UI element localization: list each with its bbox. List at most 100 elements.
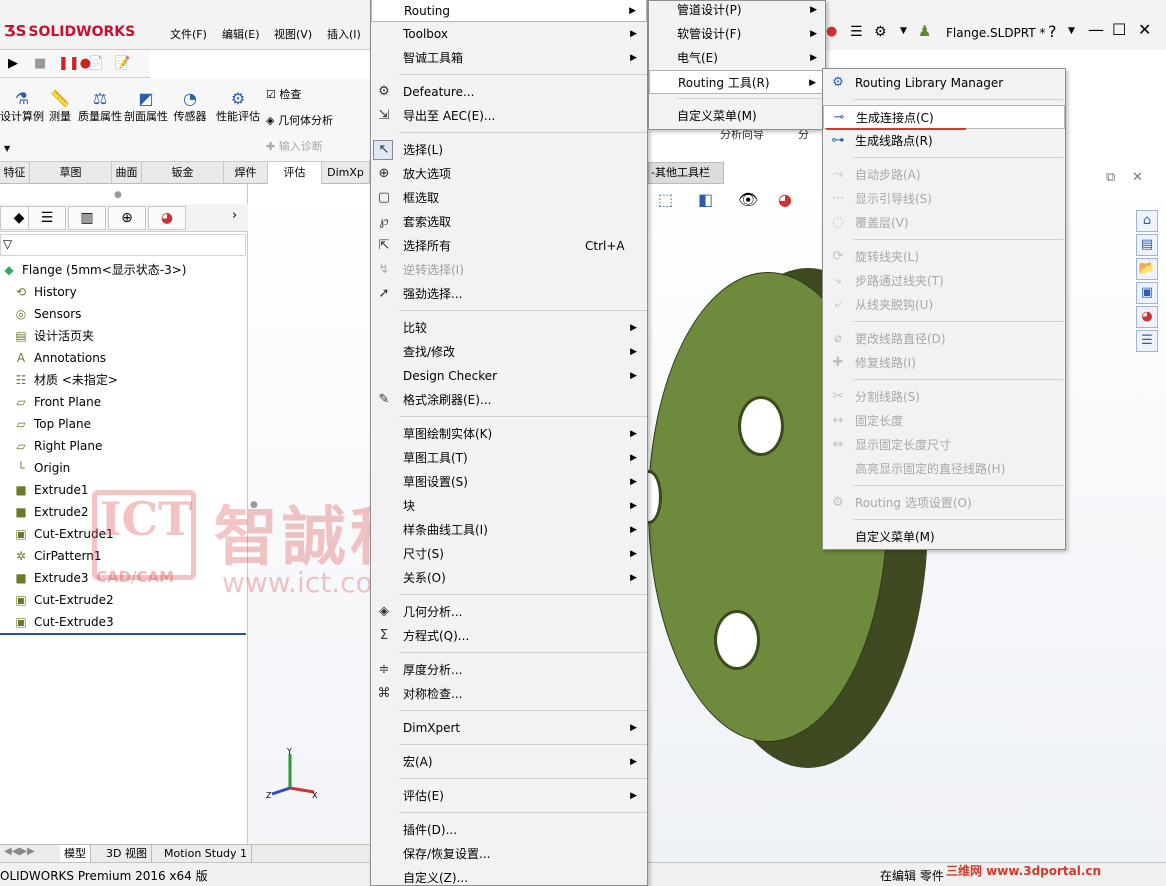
panel-splitter[interactable]: ● [114,190,122,200]
menu-item-item-31[interactable]: ≑ 厚度分析... [371,658,647,682]
display-style-icon[interactable]: ◧ [698,190,713,209]
maximize-icon[interactable]: ☐ [1112,20,1126,39]
menu-insert[interactable]: 插入(I) [327,26,361,42]
solidworks-logo[interactable]: ƷS SOLIDWORKS [4,22,135,40]
menu-item-item-11[interactable]: ⇱ 选择所有 Ctrl+A [371,234,647,258]
viewport-close-icon[interactable]: ✕ [1132,170,1143,185]
macro-icon[interactable]: 📄 [88,56,104,71]
menu-item-i[interactable]: ↯ 逆转选择(I) [371,258,647,282]
menu-item-f[interactable]: 软管设计(F) ▶ [649,22,825,46]
menu-item-a[interactable]: ⤳ 自动步路(A) [823,163,1065,187]
menu-item-item-13[interactable]: ➚ 强劲选择... [371,282,647,306]
menu-item-item-15[interactable]: 比较 ▶ [371,316,647,340]
folder-icon[interactable]: 📂 [1136,258,1158,280]
menu-item-d[interactable]: ⌀ 更改线路直径(D) [823,327,1065,351]
menu-item-item-28[interactable]: ◈ 几何分析... [371,600,647,624]
tree-item-item[interactable]: ☷ 材质 <未指定> [0,369,118,391]
menu-item-routing[interactable]: Routing ▶ [371,0,647,22]
menu-item-item-17[interactable]: ↔ 固定长度 [823,409,1065,433]
mass-properties-button[interactable]: ⚖ 质量属性 [78,91,122,124]
display-manager-tab-icon[interactable]: ◕ [148,206,186,230]
user-icon[interactable]: ♟ [918,22,931,40]
menu-item-q[interactable]: Σ 方程式(Q)... [371,624,647,648]
appearances-icon[interactable]: ◕ [1136,306,1158,328]
gear-icon[interactable]: ⚙ [874,24,887,40]
menu-item-i[interactable]: ✚ 修复线路(I) [823,351,1065,375]
menu-item-v[interactable]: ◌ 覆盖层(V) [823,211,1065,235]
menu-item-t[interactable]: 草图工具(T) ▶ [371,446,647,470]
check-button[interactable]: ☑ 检查 [266,86,301,102]
play-icon[interactable]: ▶ [8,56,18,71]
tree-root[interactable]: ◆ Flange (5mm<显示状态-3>) [0,259,186,281]
tab-model[interactable]: 模型 [60,845,91,863]
menu-item-defeature[interactable]: ⚙ Defeature... [371,80,647,104]
tree-item-extrude3[interactable]: ■ Extrude3 [0,567,88,589]
other-toolbar-tab[interactable]: -其他工具栏 [648,162,724,184]
home-icon[interactable]: ⌂ [1136,210,1158,232]
menu-item-t[interactable]: ⤷ 步路通过线夹(T) [823,269,1065,293]
tab-evaluate[interactable]: 评估 [268,162,322,184]
tab-sheet-metal[interactable]: 钣金 [142,162,224,184]
menu-edit[interactable]: 编辑(E) [222,26,260,42]
traffic-light-icon[interactable]: ● [826,24,837,39]
tab-motion-study[interactable]: Motion Study 1 [160,845,253,863]
menu-item-e[interactable]: ✎ 格式涂刷器(E)... [371,388,647,412]
import-diagnostics-button[interactable]: ✚ 输入诊断 [266,138,323,154]
tree-filter[interactable]: ▽ [0,234,246,256]
custom-properties-icon[interactable]: ☰ [1136,330,1158,352]
menu-item-e[interactable]: 电气(E) ▶ [649,46,825,70]
help-dropdown-icon[interactable]: ▼ [1068,26,1075,36]
menu-item-z[interactable]: 自定义(Z)... [371,866,647,886]
configuration-tab-icon[interactable]: ▥ [68,206,106,230]
tab-3d-view[interactable]: 3D 视图 [102,845,152,863]
menu-item-s[interactable]: 尺寸(S) ▶ [371,542,647,566]
menu-item-routing-o[interactable]: ⚙ Routing 选项设置(O) [823,491,1065,515]
dimxpert-tab-icon[interactable]: ⊕ [108,206,146,230]
menu-item-design-checker[interactable]: Design Checker ▶ [371,364,647,388]
menu-item-l[interactable]: ↖ 选择(L) [371,138,647,162]
menu-item-routing-library-manager[interactable]: ⚙ Routing Library Manager [823,71,1065,95]
tree-item-cut-extrude3[interactable]: ▣ Cut-Extrude3 [0,611,113,633]
stop-icon[interactable]: ■ [34,56,46,71]
tab-sketch[interactable]: 草图 [30,162,112,184]
rollback-bar[interactable] [0,633,246,635]
menu-file[interactable]: 文件(F) [170,26,207,42]
menu-item-k[interactable]: 草图绘制实体(K) ▶ [371,422,647,446]
tab-scroll-icon[interactable]: ◀◀▶▶ [4,846,35,857]
menu-item-item-32[interactable]: ⌘ 对称检查... [371,682,647,706]
menu-item-item-2[interactable]: 智诚工具箱 ▶ [371,46,647,70]
tab-surfaces[interactable]: 曲面 [112,162,142,184]
restore-icon[interactable]: ⧉ [1106,170,1115,185]
menu-item-a[interactable]: 宏(A) ▶ [371,750,647,774]
menu-item-dimxpert[interactable]: DimXpert ▶ [371,716,647,740]
tree-item-annotations[interactable]: A Annotations [0,347,106,369]
tree-item-cirpattern1[interactable]: ✲ CirPattern1 [0,545,101,567]
menu-item-item-23[interactable]: 块 ▶ [371,494,647,518]
menu-item-item-9[interactable]: ▢ 框选取 [371,186,647,210]
menu-item-s[interactable]: 草图设置(S) ▶ [371,470,647,494]
performance-button[interactable]: ⚙ 性能评估 [216,91,260,124]
tab-features[interactable]: 特征 [0,162,30,184]
tree-item-top-plane[interactable]: ▱ Top Plane [0,413,91,435]
tab-dimxpert[interactable]: DimXp [322,162,370,184]
menu-item-e[interactable]: 评估(E) ▶ [371,784,647,808]
section-properties-button[interactable]: ◩ 剖面属性 [124,91,168,124]
tree-item-sensors[interactable]: ◎ Sensors [0,303,82,325]
help-icon[interactable]: ? [1048,22,1057,41]
chevron-down-icon[interactable]: ▼ [900,26,907,36]
menu-item-i[interactable]: 样条曲线工具(I) ▶ [371,518,647,542]
dropdown-icon[interactable]: ▼ [4,144,10,153]
tree-item-extrude1[interactable]: ■ Extrude1 [0,479,88,501]
menu-item-c[interactable]: ⊸ 生成连接点(C) [823,105,1065,129]
menu-item-s[interactable]: ⋯ 显示引导线(S) [823,187,1065,211]
view-orientation-icon[interactable]: ⬚ [658,190,673,209]
geometry-analysis-button[interactable]: ◈ 几何体分析 [266,112,333,128]
options-list-icon[interactable]: ☰ [850,24,863,40]
sensor-button[interactable]: ◔ 传感器 [168,91,212,124]
menu-item-aec-e[interactable]: ⇲ 导出至 AEC(E)... [371,104,647,128]
hide-show-icon[interactable]: 👁 [738,190,758,209]
minimize-icon[interactable]: — [1088,20,1104,39]
appearance-icon[interactable]: ◕ [778,190,792,209]
menu-item-item-8[interactable]: ⊕ 放大选项 [371,162,647,186]
menu-item-m[interactable]: 自定义菜单(M) [649,104,825,128]
